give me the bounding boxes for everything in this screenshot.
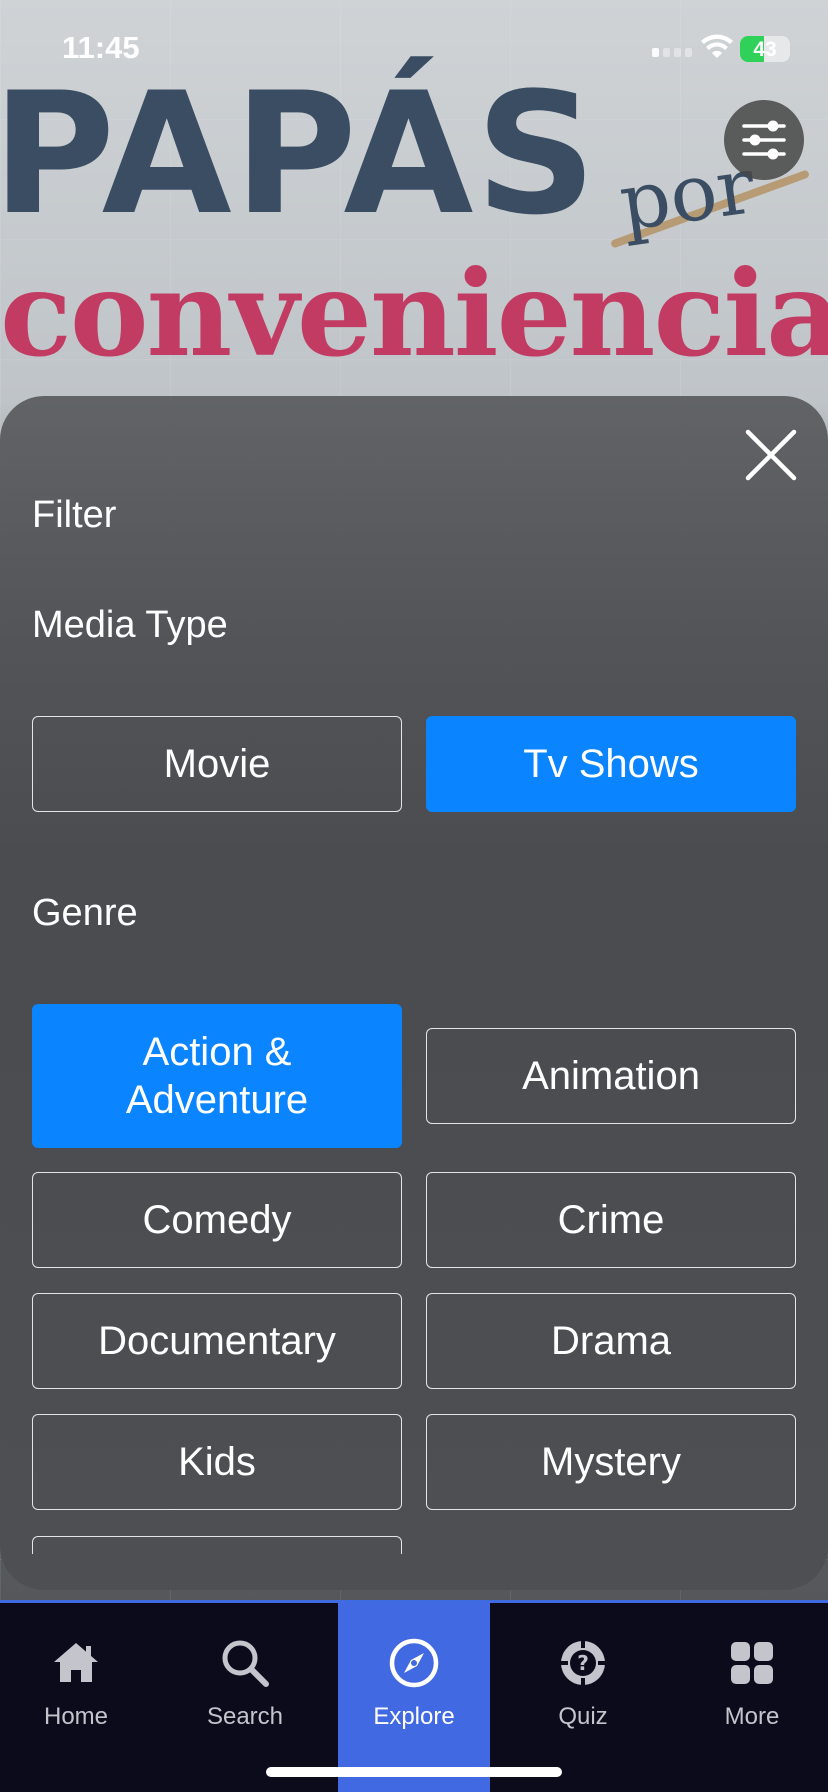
media-option-movie[interactable]: Movie xyxy=(32,716,402,812)
tab-explore[interactable]: Explore xyxy=(338,1603,490,1792)
close-icon[interactable] xyxy=(742,426,800,484)
genre-option-action-adventure[interactable]: Action & Adventure xyxy=(32,1004,402,1148)
bottom-tab-bar: Home Search Explore ? Quiz More xyxy=(0,1600,828,1792)
genre-option-animation[interactable]: Animation xyxy=(426,1028,796,1124)
grid-icon xyxy=(731,1642,773,1684)
tab-quiz[interactable]: ? Quiz xyxy=(507,1603,659,1792)
genre-option-mystery[interactable]: Mystery xyxy=(426,1414,796,1510)
poster-title-line2: conveniencia xyxy=(0,244,828,383)
battery-icon: 43 xyxy=(740,36,790,62)
tab-search-label: Search xyxy=(206,1703,284,1730)
battery-level: 43 xyxy=(753,38,777,61)
tab-more[interactable]: More xyxy=(676,1603,828,1792)
quiz-icon: ? xyxy=(559,1639,607,1687)
cellular-signal-icon xyxy=(652,48,692,57)
compass-icon xyxy=(389,1638,439,1688)
tab-home[interactable]: Home xyxy=(0,1603,152,1792)
media-option-tv-shows[interactable]: Tv Shows xyxy=(426,716,796,812)
genre-option-comedy[interactable]: Comedy xyxy=(32,1172,402,1268)
genre-heading: Genre xyxy=(32,892,138,934)
home-icon xyxy=(54,1643,98,1682)
genre-option-crime[interactable]: Crime xyxy=(426,1172,796,1268)
media-type-heading: Media Type xyxy=(32,604,228,646)
filter-sheet: Filter Media Type Movie Tv Shows Genre A… xyxy=(0,396,828,1590)
search-icon xyxy=(222,1640,269,1687)
sliders-icon xyxy=(742,120,786,160)
status-bar: 11:45 43 xyxy=(0,0,828,100)
filter-toggle-button[interactable] xyxy=(724,100,804,180)
genre-option-kids[interactable]: Kids xyxy=(32,1414,402,1510)
genre-option-documentary[interactable]: Documentary xyxy=(32,1293,402,1389)
status-time: 11:45 xyxy=(62,30,140,65)
genre-option-drama[interactable]: Drama xyxy=(426,1293,796,1389)
tab-search[interactable]: Search xyxy=(169,1603,321,1792)
wifi-icon xyxy=(701,34,733,58)
genre-option-clipped[interactable] xyxy=(32,1536,402,1554)
svg-text:?: ? xyxy=(577,1651,589,1675)
tab-more-label: More xyxy=(724,1703,780,1730)
tab-explore-label: Explore xyxy=(373,1703,455,1730)
tab-home-label: Home xyxy=(43,1703,109,1730)
home-indicator xyxy=(266,1767,562,1777)
tab-quiz-label: Quiz xyxy=(558,1703,608,1730)
filter-title: Filter xyxy=(32,494,117,536)
